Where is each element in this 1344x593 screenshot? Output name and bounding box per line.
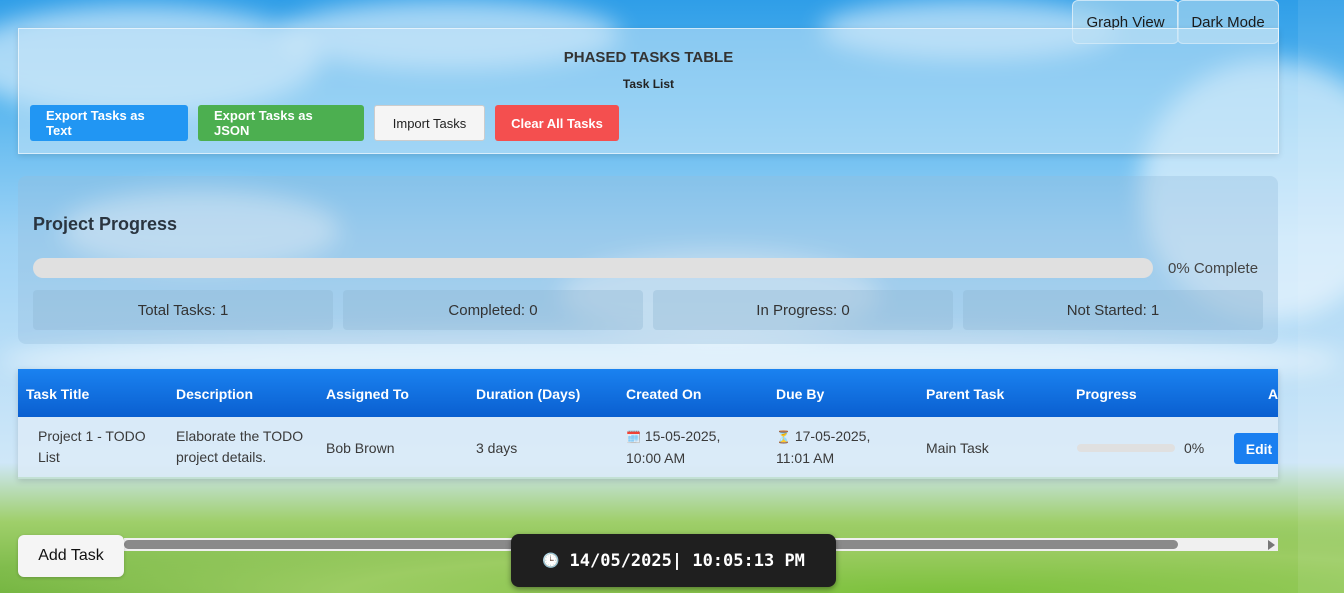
due-time: 11:01 AM	[776, 450, 835, 466]
column-header[interactable]: Parent Task	[926, 386, 1004, 402]
task-progress-label: 0%	[1184, 440, 1205, 456]
column-header[interactable]: Description	[176, 386, 253, 402]
task-title-line: List	[38, 449, 60, 465]
duration-cell: 3 days	[476, 440, 518, 456]
description-line: Elaborate the TODO	[176, 428, 304, 444]
background-edge	[1298, 0, 1344, 593]
task-title-cell: Project 1 - TODO List	[38, 426, 146, 468]
stat-not-started: Not Started: 1	[963, 290, 1263, 330]
column-header[interactable]: Task Title	[26, 386, 89, 402]
export-json-button[interactable]: Export Tasks as JSON	[198, 105, 364, 141]
clock-text: 14/05/2025| 10:05:13 PM	[569, 550, 805, 571]
stat-completed: Completed: 0	[343, 290, 643, 330]
project-progress-bar	[33, 258, 1153, 278]
add-task-button[interactable]: Add Task	[18, 535, 124, 577]
parent-task-cell: Main Task	[926, 440, 989, 456]
created-date: 15-05-2025,	[644, 428, 721, 444]
page-subtitle: Task List	[622, 77, 675, 91]
header-panel: PHASED TASKS TABLE Task List Export Task…	[18, 28, 1279, 154]
project-progress-panel: Project Progress 0% Complete Total Tasks…	[18, 176, 1278, 344]
stat-total-tasks: Total Tasks: 1	[33, 290, 333, 330]
import-tasks-button[interactable]: Import Tasks	[374, 105, 485, 141]
description-cell: Elaborate the TODO project details.	[176, 426, 303, 468]
clock-icon: 🕒	[542, 552, 560, 569]
column-header[interactable]: Created On	[626, 386, 701, 402]
column-header[interactable]: Assigned To	[326, 386, 409, 402]
tasks-table: Task Title Description Assigned To Durat…	[18, 369, 1278, 479]
clock-display: 🕒 14/05/2025| 10:05:13 PM	[511, 534, 836, 587]
task-title-line: Project 1 - TODO	[38, 428, 146, 444]
export-text-button[interactable]: Export Tasks as Text	[30, 105, 188, 141]
column-header[interactable]: Due By	[776, 386, 824, 402]
column-header[interactable]: Duration (Days)	[476, 386, 580, 402]
progress-title: Project Progress	[33, 214, 178, 234]
description-line: project details.	[176, 449, 267, 465]
task-progress-bar	[1077, 444, 1175, 452]
stat-in-progress: In Progress: 0	[653, 290, 953, 330]
edit-button[interactable]: Edit	[1234, 433, 1278, 464]
table-header: Task Title Description Assigned To Durat…	[18, 369, 1278, 417]
scroll-right-arrow-icon[interactable]	[1268, 540, 1275, 550]
calendar-icon: 🗓️	[626, 430, 641, 444]
column-header[interactable]: Progress	[1076, 386, 1137, 402]
due-by-cell: ⏳ 17-05-2025, 11:01 AM	[776, 426, 870, 469]
created-time: 10:00 AM	[626, 450, 686, 466]
assigned-to-cell: Bob Brown	[326, 440, 395, 456]
clear-all-tasks-button[interactable]: Clear All Tasks	[495, 105, 619, 141]
table-row[interactable]: Project 1 - TODO List Elaborate the TODO…	[18, 417, 1278, 477]
due-date: 17-05-2025,	[794, 428, 871, 444]
hourglass-icon: ⏳	[776, 430, 791, 444]
page-title: PHASED TASKS TABLE	[563, 49, 734, 66]
column-header[interactable]: A	[1268, 386, 1278, 402]
progress-percent-label: 0% Complete	[1168, 260, 1259, 277]
created-on-cell: 🗓️ 15-05-2025, 10:00 AM	[626, 426, 720, 469]
